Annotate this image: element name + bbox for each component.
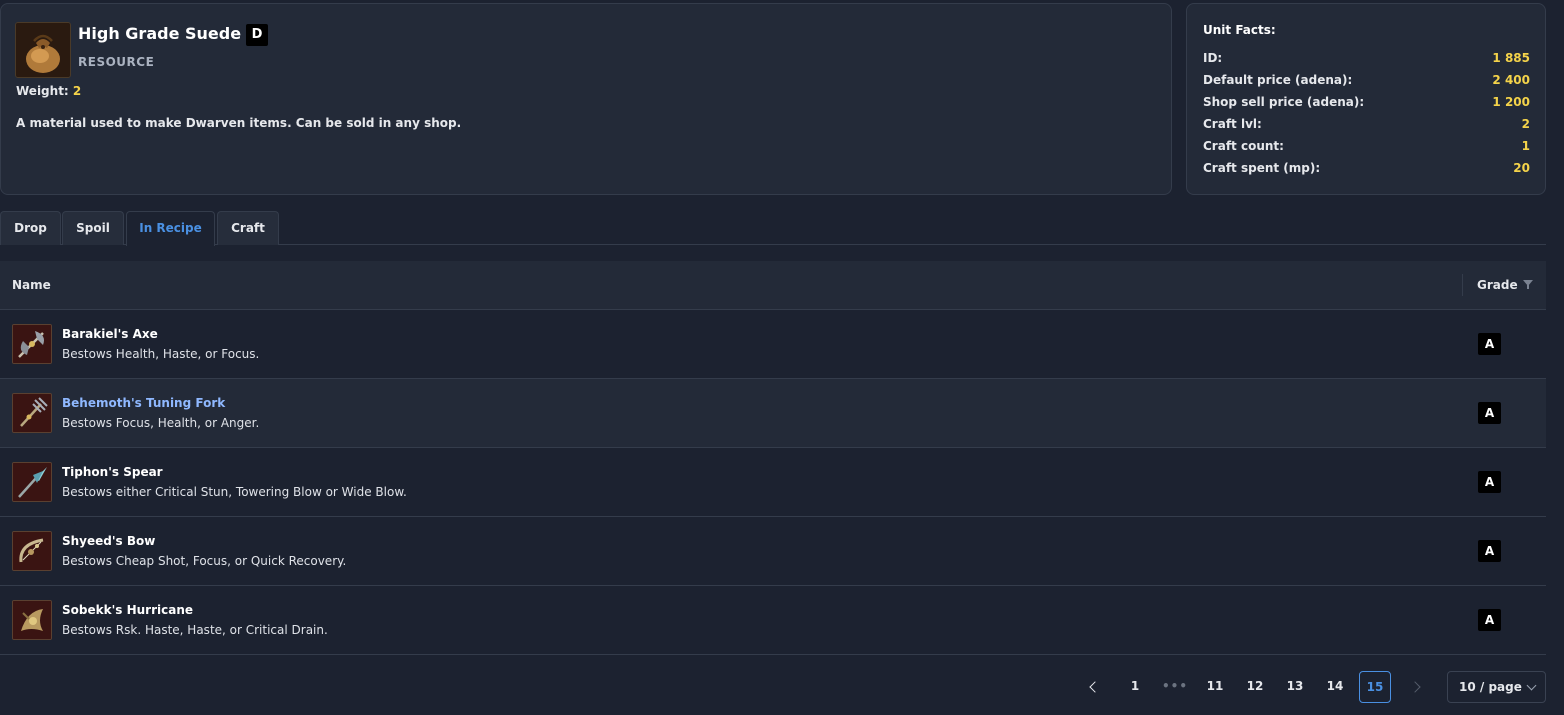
grade-badge: A [1478, 333, 1501, 355]
page-15-button[interactable]: 15 [1359, 671, 1391, 703]
page-ellipsis[interactable]: ••• [1159, 671, 1191, 703]
page-size-value: 10 / page [1459, 680, 1522, 694]
fact-label: Craft count: [1203, 139, 1284, 153]
tab-bar: Drop Spoil In Recipe Craft [0, 211, 1546, 246]
fact-row-default-price: Default price (adena): 2 400 [1203, 73, 1530, 87]
chevron-down-icon [1526, 680, 1537, 691]
grade-badge: D [246, 24, 269, 46]
page-14-button[interactable]: 14 [1319, 671, 1351, 703]
row-item-name[interactable]: Barakiel's Axe [62, 327, 158, 341]
item-card: High Grade Suede D RESOURCE Weight: 2 A m… [0, 3, 1172, 195]
row-item-desc: Bestows Health, Haste, or Focus. [62, 347, 260, 361]
fact-label: Shop sell price (adena): [1203, 95, 1365, 109]
row-item-desc: Bestows either Critical Stun, Towering B… [62, 485, 407, 499]
fact-value: 1 [1521, 139, 1530, 153]
weight-label: Weight: [16, 84, 69, 98]
recipe-table: Name Grade Barakiel's Axe Bestows Health… [0, 261, 1546, 655]
grade-badge: A [1478, 540, 1501, 562]
next-page-button[interactable] [1399, 671, 1431, 703]
tab-craft[interactable]: Craft [217, 211, 279, 245]
fact-label: Craft lvl: [1203, 117, 1262, 131]
tab-in-recipe[interactable]: In Recipe [126, 211, 215, 246]
page-1-button[interactable]: 1 [1119, 671, 1151, 703]
grade-badge: A [1478, 609, 1501, 631]
fact-value: 2 [1521, 117, 1530, 131]
pagination: 1 ••• 11 12 13 14 15 10 / page [0, 671, 1564, 703]
row-item-desc: Bestows Cheap Shot, Focus, or Quick Reco… [62, 554, 347, 568]
grade-badge: A [1478, 471, 1501, 493]
fact-row-craft-lvl: Craft lvl: 2 [1203, 117, 1530, 131]
page-11-button[interactable]: 11 [1199, 671, 1231, 703]
page-13-button[interactable]: 13 [1279, 671, 1311, 703]
chevron-right-icon [1409, 681, 1421, 693]
fact-value: 1 885 [1492, 51, 1530, 65]
item-weight: Weight: 2 [16, 84, 81, 98]
fact-label: Craft spent (mp): [1203, 161, 1321, 175]
fact-row-sell-price: Shop sell price (adena): 1 200 [1203, 95, 1530, 109]
grade-badge: A [1478, 402, 1501, 424]
weight-value: 2 [72, 84, 82, 98]
page-12-button[interactable]: 12 [1239, 671, 1271, 703]
axe-icon [12, 324, 52, 364]
row-item-desc: Bestows Focus, Health, or Anger. [62, 416, 260, 430]
fact-row-craft-mp: Craft spent (mp): 20 [1203, 161, 1530, 175]
item-description: A material used to make Dwarven items. C… [16, 116, 462, 130]
fact-value: 20 [1513, 161, 1530, 175]
item-type: RESOURCE [78, 55, 155, 69]
table-row: Shyeed's Bow Bestows Cheap Shot, Focus, … [0, 517, 1546, 586]
row-item-name[interactable]: Sobekk's Hurricane [62, 603, 193, 617]
tab-drop[interactable]: Drop [0, 211, 61, 245]
column-header-name[interactable]: Name [12, 278, 51, 292]
hurricane-icon [12, 600, 52, 640]
fact-label: Default price (adena): [1203, 73, 1353, 87]
fact-row-craft-count: Craft count: 1 [1203, 139, 1530, 153]
item-name: High Grade Suede [78, 24, 242, 43]
fact-value: 2 400 [1492, 73, 1530, 87]
bow-icon [12, 531, 52, 571]
column-divider [1462, 274, 1463, 296]
row-item-name[interactable]: Shyeed's Bow [62, 534, 155, 548]
tab-spoil[interactable]: Spoil [62, 211, 124, 245]
column-header-grade[interactable]: Grade [1477, 278, 1518, 292]
fact-label: ID: [1203, 51, 1223, 65]
fact-value: 1 200 [1492, 95, 1530, 109]
table-row: Tiphon's Spear Bestows either Critical S… [0, 448, 1546, 517]
row-item-name[interactable]: Tiphon's Spear [62, 465, 163, 479]
fork-icon [12, 393, 52, 433]
table-row: Barakiel's Axe Bestows Health, Haste, or… [0, 310, 1546, 379]
spear-icon [12, 462, 52, 502]
chevron-left-icon [1089, 681, 1101, 693]
table-header: Name Grade [0, 261, 1546, 310]
table-row: Sobekk's Hurricane Bestows Rsk. Haste, H… [0, 586, 1546, 655]
unit-facts-card: Unit Facts: ID: 1 885 Default price (ade… [1186, 3, 1546, 195]
row-item-desc: Bestows Rsk. Haste, Haste, or Critical D… [62, 623, 328, 637]
table-row: Behemoth's Tuning Fork Bestows Focus, He… [0, 379, 1546, 448]
suede-bag-icon [15, 22, 71, 78]
fact-row-id: ID: 1 885 [1203, 51, 1530, 65]
filter-icon[interactable] [1523, 280, 1533, 289]
prev-page-button[interactable] [1079, 671, 1111, 703]
facts-title: Unit Facts: [1203, 23, 1276, 37]
page-size-select[interactable]: 10 / page [1447, 671, 1546, 703]
row-item-name[interactable]: Behemoth's Tuning Fork [62, 396, 225, 410]
item-title: High Grade Suede D [78, 24, 269, 46]
